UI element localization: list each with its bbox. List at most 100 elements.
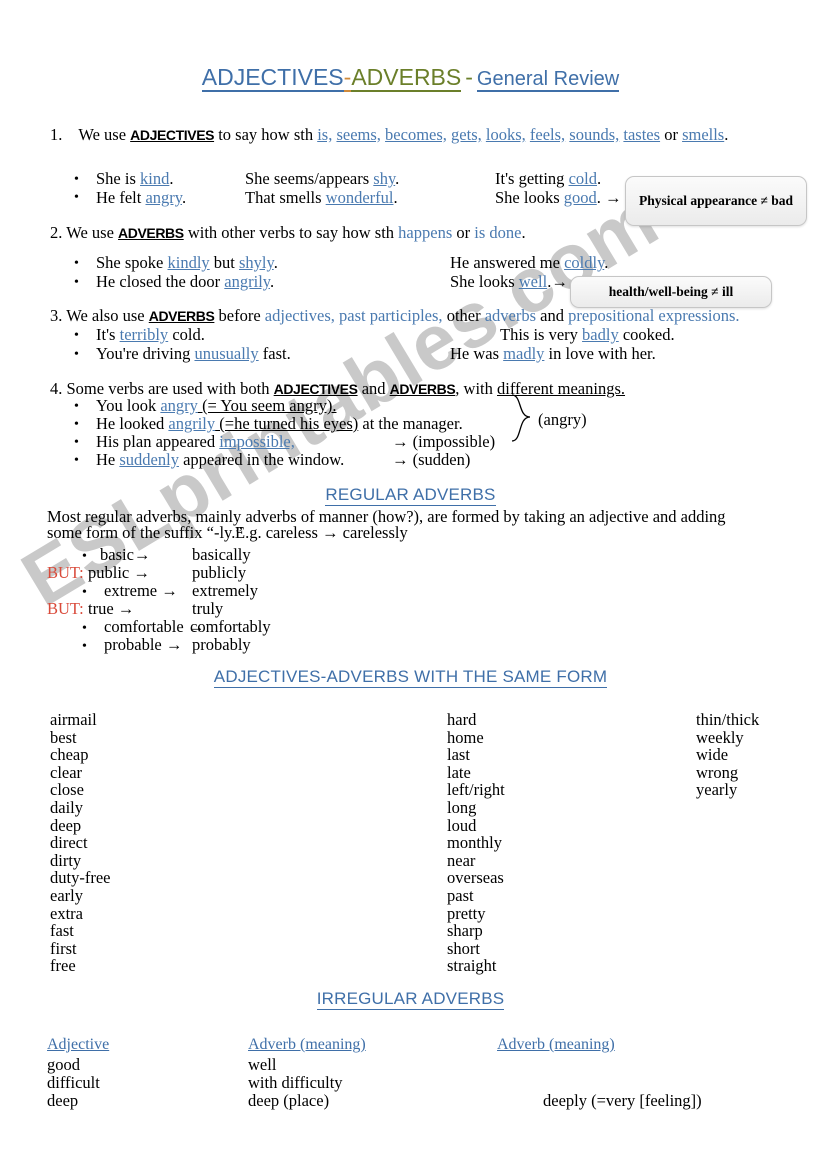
worksheet-page: ESLprintables.com ADJECTIVES-ADVERBS - Gen… bbox=[0, 0, 821, 1161]
bullet-marker: • bbox=[74, 256, 79, 271]
rule-4-example-1: You look angry (= You seem angry). bbox=[96, 396, 337, 415]
bullet-marker: • bbox=[82, 639, 87, 654]
word-item: duty-free bbox=[50, 868, 111, 888]
rule-1-example-2-col-2: That smells wonderful. bbox=[245, 188, 398, 207]
rule-4-and: and bbox=[361, 379, 386, 398]
bullet-marker: • bbox=[74, 399, 79, 414]
same-form-column-3: thin/thick weekly wide wrong yearly bbox=[696, 711, 759, 799]
title-adjectives: ADJECTIVES bbox=[201, 64, 344, 92]
regular-adverbs-intro-line-2: some form of the suffix “-ly.” bbox=[47, 523, 243, 542]
regular-row-4-adverb: comfortably bbox=[190, 617, 271, 636]
regular-row-3-adverb: truly bbox=[192, 599, 224, 618]
word-item: free bbox=[50, 956, 76, 976]
rule-1-number: 1. bbox=[50, 125, 63, 144]
rule-1-example-2-col-1: He felt angry. bbox=[96, 188, 187, 207]
word-item: fast bbox=[50, 921, 74, 941]
callout-physical-appearance-text: Physical appearance ≠ bad bbox=[638, 192, 794, 208]
regular-row-2-adverb: extremely bbox=[192, 581, 258, 600]
regular-row-1-adverb: publicly bbox=[192, 563, 247, 582]
irregular-header-adverb-1: Adverb (meaning) bbox=[248, 1036, 366, 1053]
rule-2-verb-1: happens bbox=[398, 223, 453, 242]
word-item: short bbox=[447, 938, 480, 958]
rule-2-example-1-col-2: He answered me coldly. bbox=[450, 253, 609, 272]
rule-3-example-1-col-1: It's terribly cold. bbox=[96, 325, 205, 344]
section-heading-same-form-text: ADJECTIVES-ADVERBS WITH THE SAME FORM bbox=[213, 667, 608, 688]
rule-3-number: 3. bbox=[50, 306, 63, 325]
regular-row-0-adverb: basically bbox=[192, 545, 251, 564]
word-item: cheap bbox=[50, 745, 89, 765]
bullet-marker: • bbox=[74, 275, 79, 290]
regular-row-1-adjective: public → bbox=[88, 563, 150, 582]
rule-1-text: 1. We use ADJECTIVES to say how sth is, … bbox=[50, 126, 728, 143]
word-item: loud bbox=[447, 815, 477, 835]
rule-2-mid: with other verbs to say how sth bbox=[187, 223, 395, 242]
bullet-marker: • bbox=[74, 347, 79, 362]
word-item: dirty bbox=[50, 850, 82, 870]
irregular-row-2-adverb-2: deeply (=very [feeling]) bbox=[543, 1091, 702, 1110]
bullet-marker: • bbox=[82, 621, 87, 636]
word-item: past bbox=[447, 885, 474, 905]
rule-2-example-2-col-2: She looks well.→ bbox=[450, 272, 568, 291]
rule-3-and: and bbox=[540, 306, 564, 325]
word-item: left/right bbox=[447, 780, 505, 800]
rule-4-example-2: He looked angrily (=he turned his eyes) … bbox=[96, 414, 463, 433]
rule-1-last-verb: smells bbox=[682, 125, 725, 144]
section-heading-irregular-adverbs: IRREGULAR ADVERBS bbox=[0, 989, 821, 1010]
bullet-marker: • bbox=[74, 417, 79, 432]
title-dash: - bbox=[465, 64, 473, 90]
section-heading-regular-adverbs: REGULAR ADVERBS bbox=[0, 485, 821, 506]
rule-3-example-1-col-2: This is very badly cooked. bbox=[500, 325, 675, 344]
regular-row-5-adjective: probable → bbox=[104, 635, 183, 654]
rule-1-example-2-col-3: She looks good. → bbox=[495, 188, 622, 207]
rule-1-verb-4: looks, bbox=[485, 125, 526, 144]
regular-row-3-adjective: true → bbox=[88, 599, 135, 618]
title-general-review: General Review bbox=[476, 68, 620, 92]
rule-3-other: other bbox=[446, 306, 481, 325]
word-item: long bbox=[447, 797, 477, 817]
word-item: best bbox=[50, 727, 77, 747]
word-item: last bbox=[447, 745, 470, 765]
rule-2-period: . bbox=[521, 223, 526, 242]
word-item: early bbox=[50, 885, 83, 905]
word-item: late bbox=[447, 762, 471, 782]
rule-3-mid: before bbox=[218, 306, 261, 325]
bullet-marker: • bbox=[74, 435, 79, 450]
word-item: clear bbox=[50, 762, 83, 782]
rule-2-number: 2. bbox=[50, 223, 63, 242]
rule-1-period: . bbox=[724, 125, 729, 144]
rule-4-example-4: He suddenly appeared in the window. bbox=[96, 450, 345, 469]
arrow-icon: → bbox=[551, 272, 568, 291]
rule-1-mid: to say how sth bbox=[218, 125, 314, 144]
rule-1-example-1-col-3: It's getting cold. bbox=[495, 169, 602, 188]
rule-1-verb-0: is, bbox=[317, 125, 333, 144]
section-heading-irregular-adverbs-text: IRREGULAR ADVERBS bbox=[316, 989, 505, 1010]
word-item: airmail bbox=[50, 710, 97, 729]
bullet-marker: • bbox=[74, 328, 79, 343]
title-adverbs: ADVERBS bbox=[351, 64, 462, 92]
word-item: thin/thick bbox=[696, 710, 760, 729]
rule-1-verb-7: tastes bbox=[623, 125, 661, 144]
page-title: ADJECTIVES-ADVERBS - General Review bbox=[0, 64, 821, 92]
rule-2-verb-2: is done bbox=[474, 223, 522, 242]
word-item: near bbox=[447, 850, 476, 870]
rule-3-term-3: prepositional expressions. bbox=[568, 306, 740, 325]
irregular-header-adverb-2: Adverb (meaning) bbox=[497, 1036, 615, 1053]
rule-2-example-2-col-1: He closed the door angrily. bbox=[96, 272, 275, 291]
irregular-row-0-adverb-1: well bbox=[248, 1055, 277, 1074]
word-item: pretty bbox=[447, 903, 486, 923]
word-item: first bbox=[50, 938, 77, 958]
word-item: wide bbox=[696, 745, 729, 765]
rule-4-tail: , with bbox=[455, 379, 493, 398]
word-item: hard bbox=[447, 710, 477, 729]
word-item: monthly bbox=[447, 833, 503, 853]
word-item: daily bbox=[50, 797, 83, 817]
rule-4-number: 4. bbox=[50, 379, 63, 398]
rule-2-example-1-col-1: She spoke kindly but shyly. bbox=[96, 253, 278, 272]
regular-row-0-adjective: basic→ bbox=[100, 545, 151, 564]
rule-2-keyword: ADVERBS bbox=[118, 225, 184, 241]
rule-4-example-3: His plan appeared impossible, bbox=[96, 432, 295, 451]
word-item: direct bbox=[50, 833, 88, 853]
regular-row-5-adverb: probably bbox=[192, 635, 251, 654]
rule-4-keyword-2: ADVERBS bbox=[389, 381, 456, 397]
rule-1-verb-5: feels, bbox=[529, 125, 566, 144]
